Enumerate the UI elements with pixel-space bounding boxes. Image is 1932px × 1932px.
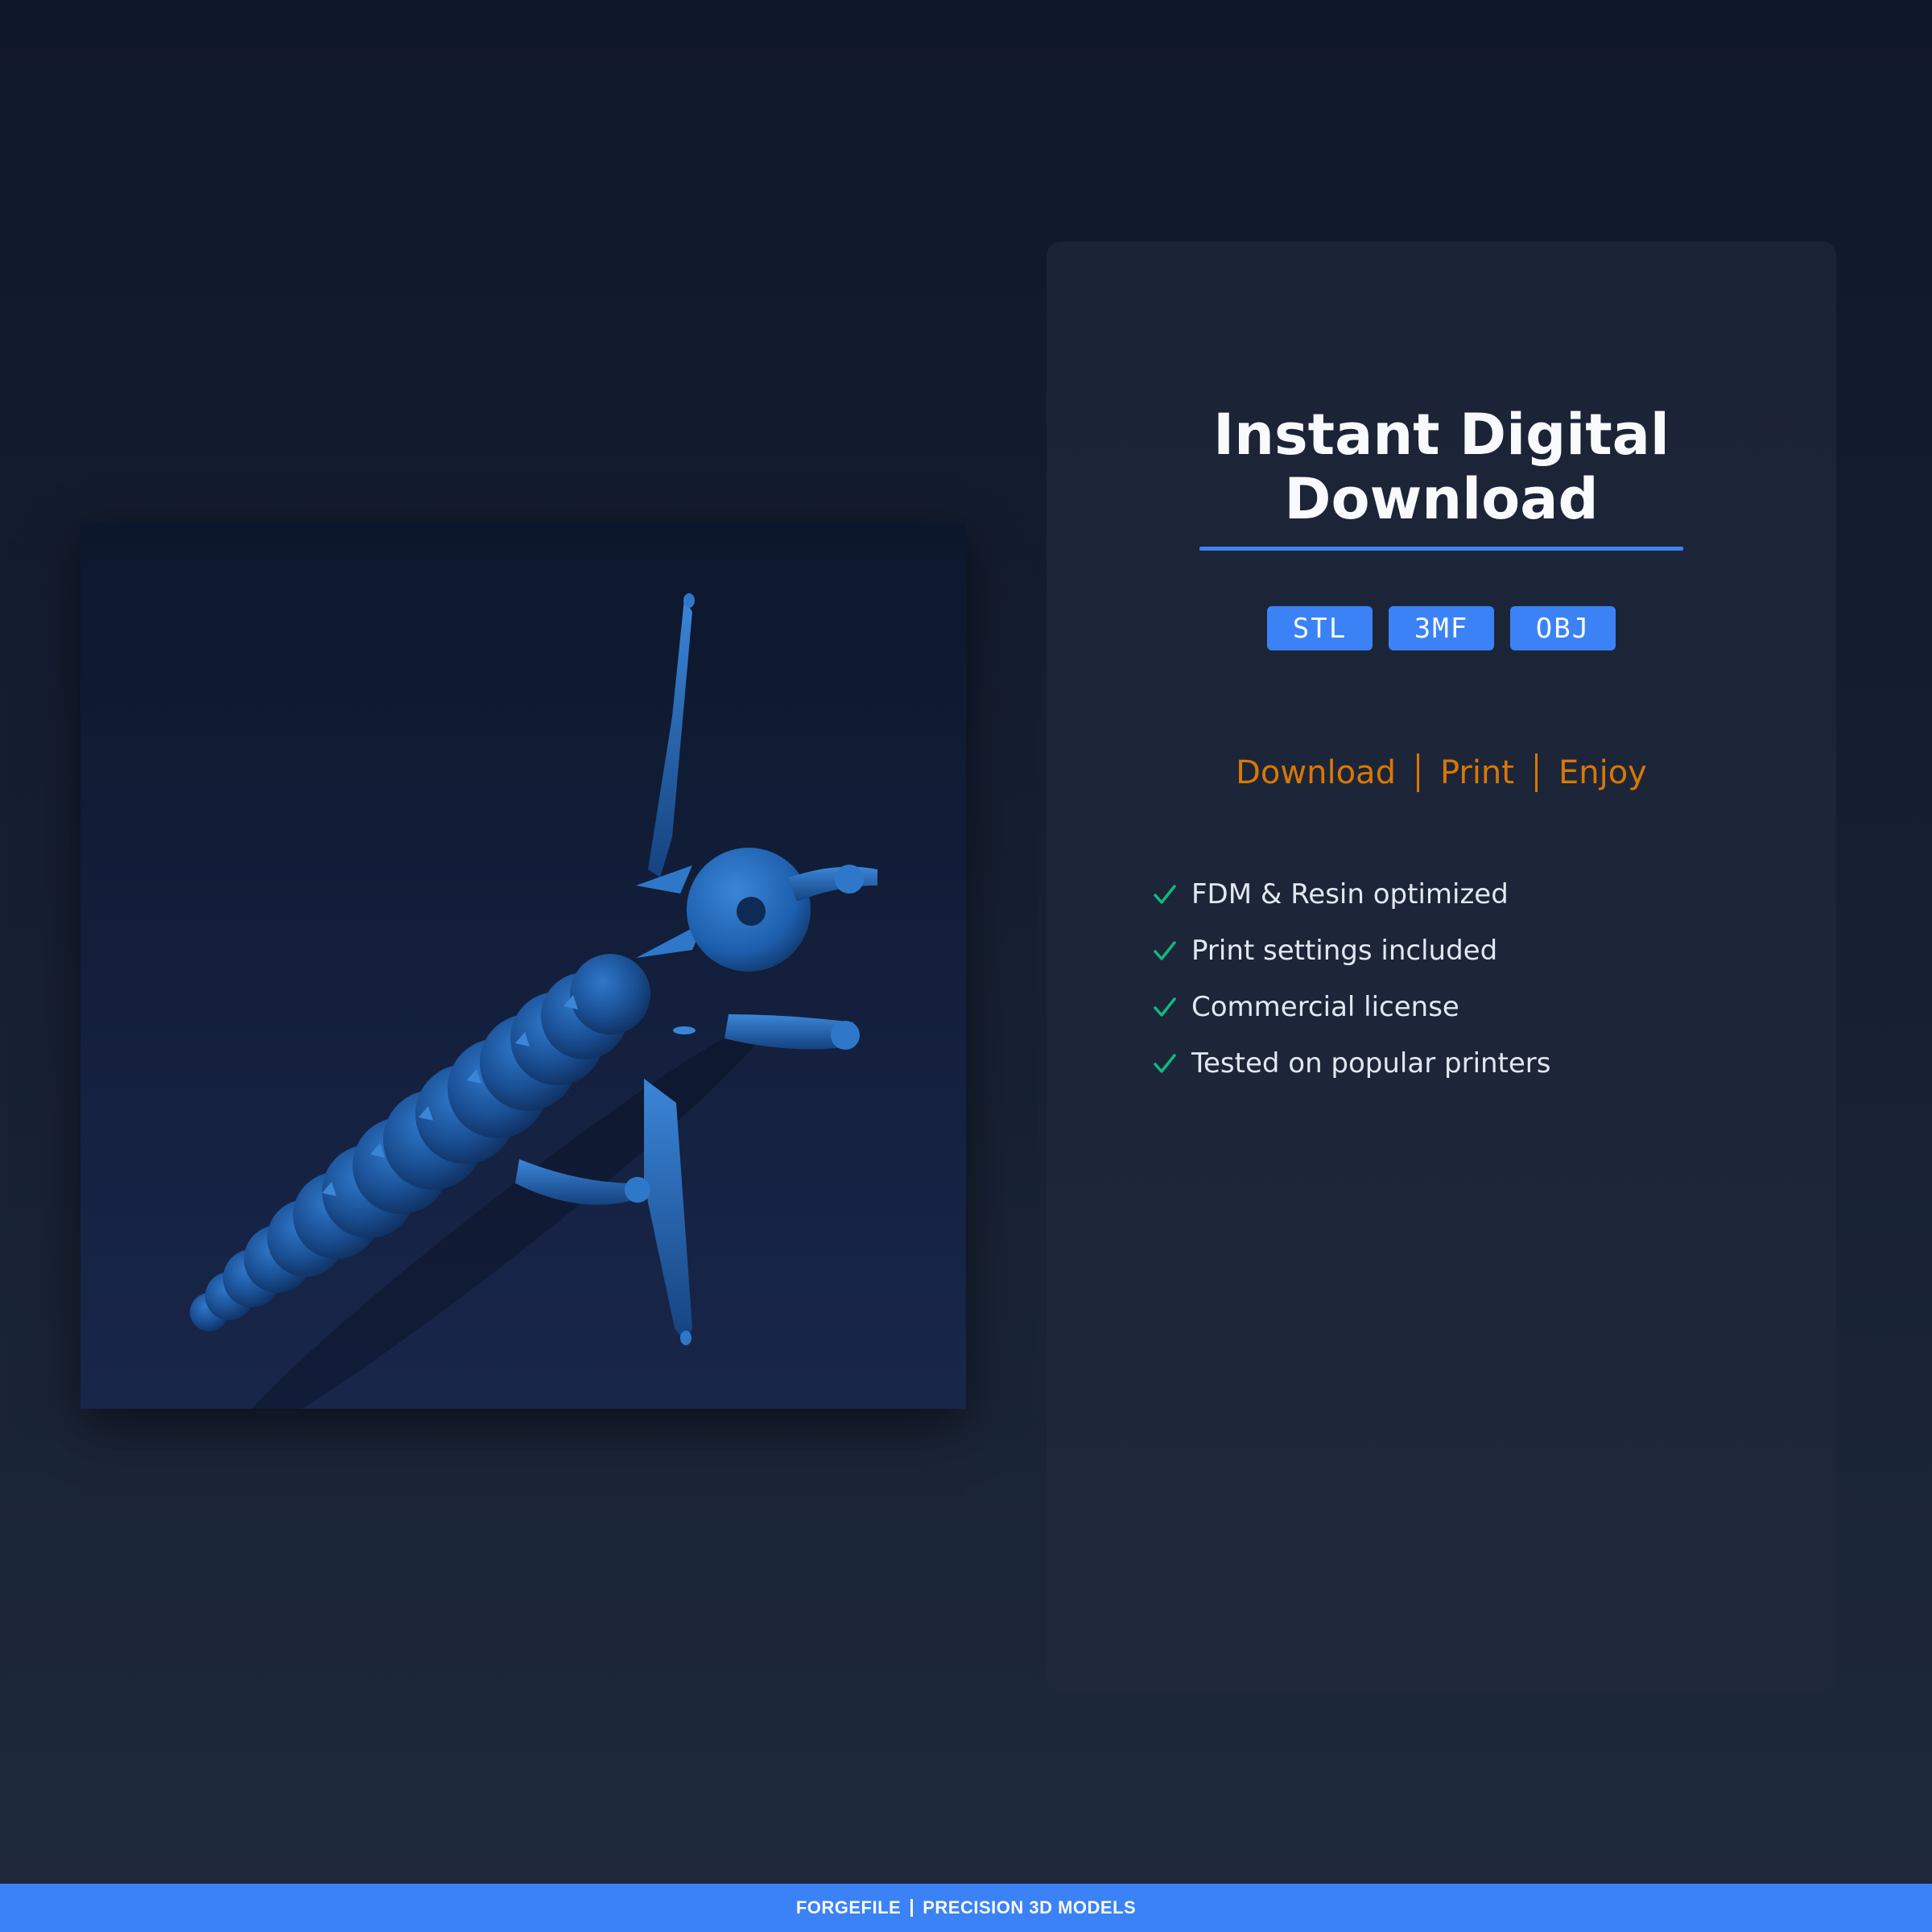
footer-bar: FORGEFILE PRECISION 3D MODELS xyxy=(0,1884,1932,1932)
step-enjoy: Enjoy xyxy=(1558,754,1647,791)
title-underline xyxy=(1199,547,1683,551)
feature-item: Tested on popular printers xyxy=(1151,1035,1551,1092)
page-title: Instant Digital Download xyxy=(1046,402,1836,531)
step-download: Download xyxy=(1236,754,1396,791)
feature-text: Tested on popular printers xyxy=(1191,1047,1551,1080)
feature-text: FDM & Resin optimized xyxy=(1191,878,1509,910)
step-divider xyxy=(1534,753,1538,792)
steps-row: Download Print Enjoy xyxy=(1046,753,1836,792)
format-badge-obj: OBJ xyxy=(1510,606,1616,650)
check-icon xyxy=(1154,885,1176,904)
info-panel: Instant Digital Download STL 3MF OBJ Dow… xyxy=(1046,242,1836,1690)
format-badge-3mf: 3MF xyxy=(1389,606,1494,650)
footer-brand: FORGEFILE xyxy=(795,1897,902,1918)
title-line-1: Instant Digital xyxy=(1213,402,1670,468)
check-icon xyxy=(1154,997,1176,1017)
format-badges: STL 3MF OBJ xyxy=(1046,606,1836,650)
check-icon xyxy=(1154,941,1176,960)
feature-list: FDM & Resin optimized Print settings inc… xyxy=(1151,866,1551,1092)
feature-item: Print settings included xyxy=(1151,923,1551,979)
feature-text: Print settings included xyxy=(1191,935,1498,967)
title-line-2: Download xyxy=(1284,466,1599,532)
footer-tagline: PRECISION 3D MODELS xyxy=(923,1897,1137,1918)
format-badge-stl: STL xyxy=(1267,606,1373,650)
model-render xyxy=(80,523,966,1409)
step-print: Print xyxy=(1439,754,1514,791)
feature-item: Commercial license xyxy=(1151,979,1551,1035)
creature-model-image xyxy=(190,593,877,1409)
feature-text: Commercial license xyxy=(1191,991,1459,1023)
step-divider xyxy=(1416,753,1419,792)
check-icon xyxy=(1154,1054,1176,1073)
feature-item: FDM & Resin optimized xyxy=(1151,866,1551,923)
footer-divider xyxy=(910,1899,914,1917)
